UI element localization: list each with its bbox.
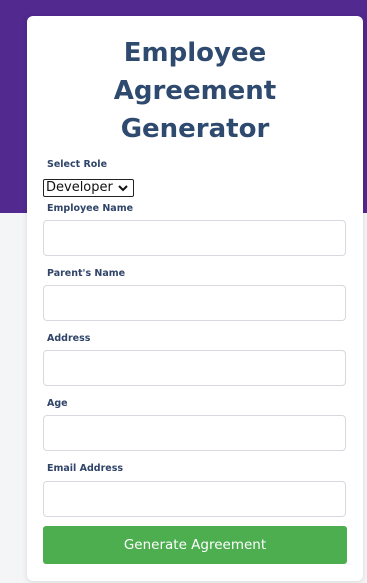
chevron-down-icon xyxy=(118,185,128,192)
parent-name-field[interactable] xyxy=(43,285,346,321)
parent-name-label: Parent's Name xyxy=(47,268,126,279)
age-field[interactable] xyxy=(43,415,346,451)
email-address-field[interactable] xyxy=(43,481,346,517)
agreement-form-card: Employee Agreement Generator Select Role… xyxy=(27,16,363,581)
role-select-value: Developer xyxy=(46,180,113,195)
title-line-1: Employee xyxy=(123,38,267,68)
title-line-3: Generator xyxy=(120,114,270,144)
address-field[interactable] xyxy=(43,350,346,386)
select-role-label: Select Role xyxy=(47,159,108,170)
page-title: Employee Agreement Generator xyxy=(27,34,363,148)
title-line-2: Agreement xyxy=(113,76,277,106)
email-address-label: Email Address xyxy=(47,463,124,474)
role-select[interactable]: Developer xyxy=(43,179,134,197)
employee-name-label: Employee Name xyxy=(47,203,134,214)
employee-name-field[interactable] xyxy=(43,220,346,256)
address-label: Address xyxy=(47,333,91,344)
generate-agreement-button[interactable]: Generate Agreement xyxy=(43,526,347,564)
age-label: Age xyxy=(47,398,68,409)
